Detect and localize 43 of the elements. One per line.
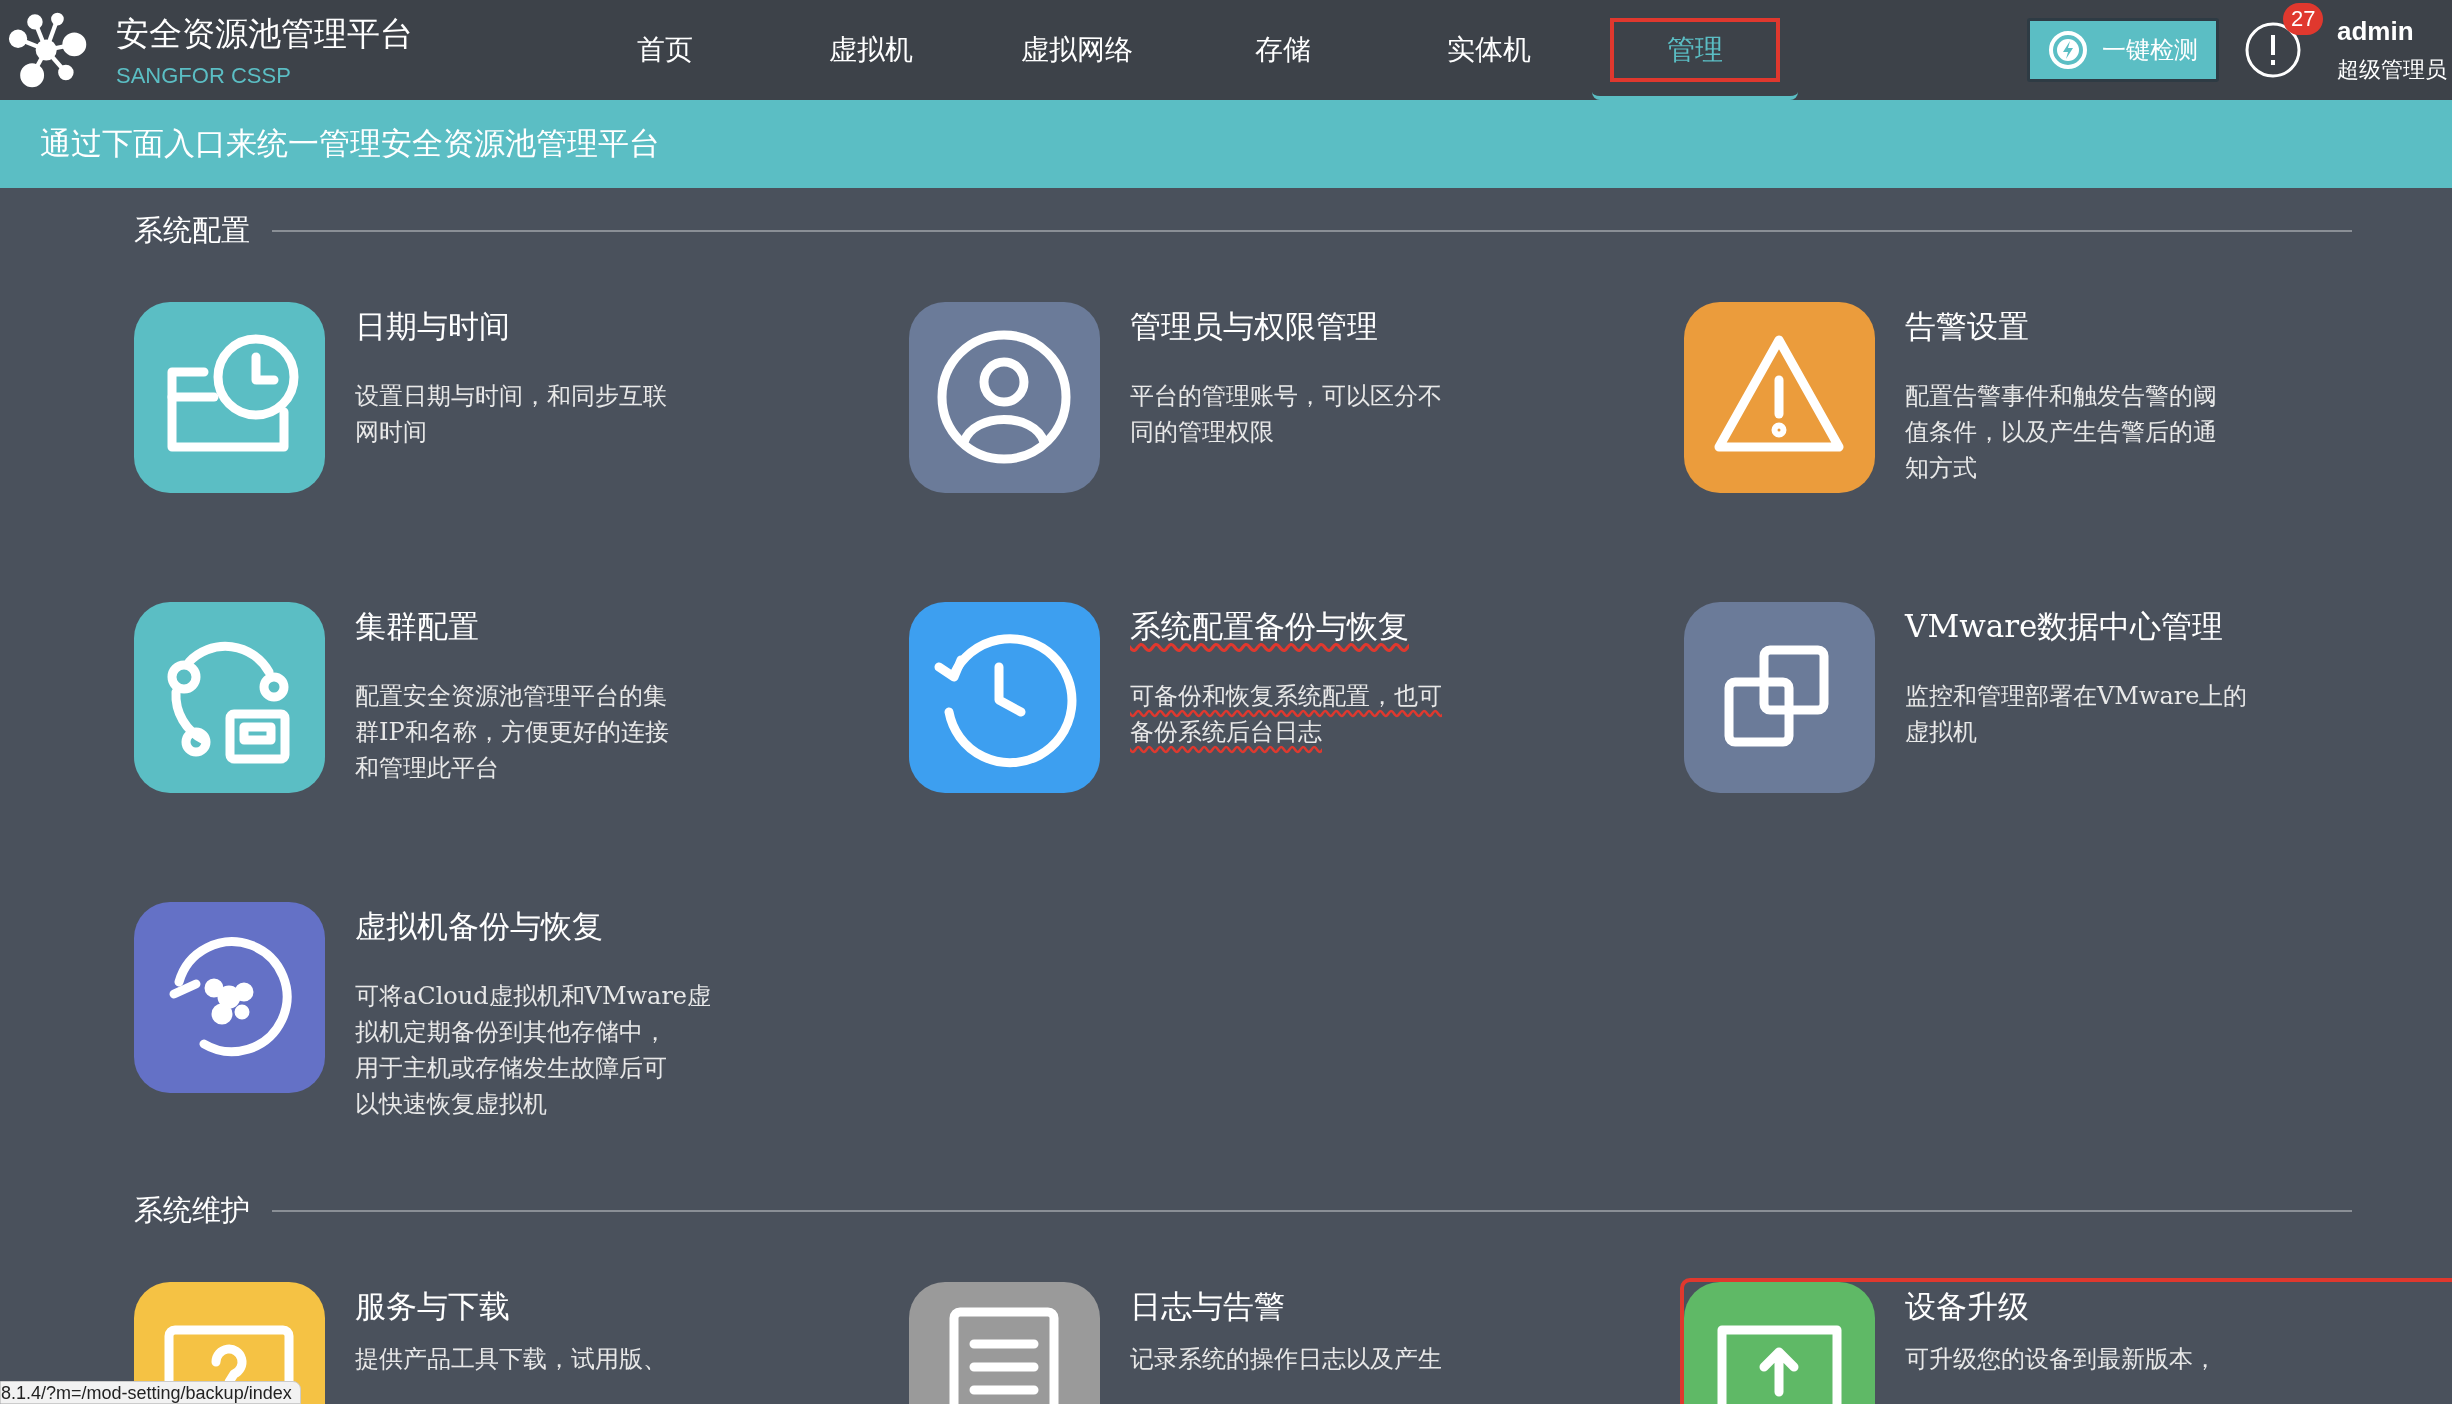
card-description: 可升级您的设备到最新版本， [1905,1344,2217,1374]
card-description: 配置告警事件和触发告警的阈 值条件，以及产生告警后的通 知方式 [1905,381,2217,484]
card-title[interactable]: 日志与告警 [1130,1286,1285,1328]
backup-tile-icon[interactable] [134,902,325,1093]
section-title: 系统维护 [134,1192,250,1229]
user-name: admin [2337,15,2415,47]
card-title[interactable]: 设备升级 [1905,1286,2029,1328]
card-title[interactable]: 日期与时间 [355,306,510,348]
status-url: 8.1.4/?m=/mod-setting/backup/index [0,1381,301,1404]
card-description: 记录系统的操作日志以及产生 [1130,1344,1442,1374]
lightning-icon [2048,30,2088,70]
card-description: 提供产品工具下载，试用版、 [355,1344,667,1374]
card-description: 可备份和恢复系统配置，也可 备份系统后台日志 [1130,681,1442,748]
card-description: 设置日期与时间，和同步互联 网时间 [355,381,667,448]
card-title[interactable]: 服务与下载 [355,1286,510,1328]
warning-tile-icon[interactable] [1684,302,1875,493]
section-title: 系统配置 [134,212,250,249]
nav-tab[interactable]: 实体机 [1386,0,1592,100]
cluster-tile-icon[interactable] [134,602,325,793]
app-title: 安全资源池管理平台 [116,12,413,55]
card-description: 配置安全资源池管理平台的集 群IP和名称，方便更好的连接 和管理此平台 [355,681,669,784]
card-description: 平台的管理账号，可以区分不 同的管理权限 [1130,381,1442,448]
calendar-tile-icon[interactable] [134,302,325,493]
copy-tile-icon[interactable] [1684,602,1875,793]
nav-tab[interactable]: 虚拟机 [768,0,974,100]
nav-tab[interactable]: 首页 [562,0,768,100]
history-tile-icon[interactable] [909,602,1100,793]
card-title[interactable]: 系统配置备份与恢复 [1130,606,1409,648]
user-role: 超级管理员 [2337,55,2448,84]
card-title[interactable]: 虚拟机备份与恢复 [355,906,603,948]
nav-tab[interactable]: 虚拟网络 [974,0,1180,100]
app-subtitle: SANGFOR CSSP [116,62,292,89]
banner-text: 通过下面入口来统一管理安全资源池管理平台 [40,124,660,163]
card-description: 监控和管理部署在VMware上的 虚拟机 [1905,681,2248,748]
nav-tab[interactable]: 存储 [1180,0,1386,100]
user-tile-icon[interactable] [909,302,1100,493]
card-title[interactable]: 管理员与权限管理 [1130,306,1378,348]
card-title[interactable]: 告警设置 [1905,306,2029,348]
card-description: 可将aCloud虚拟机和VMware虚 拟机定期备份到其他存储中， 用于主机或存储发生故障后可 以快速恢复虚拟机 [355,981,712,1120]
nav-tab[interactable]: 管理 [1592,0,1798,100]
card-title[interactable]: VMware数据中心管理 [1905,606,2224,648]
alert-count-badge: 27 [2283,3,2324,35]
card-title[interactable]: 集群配置 [355,606,479,648]
